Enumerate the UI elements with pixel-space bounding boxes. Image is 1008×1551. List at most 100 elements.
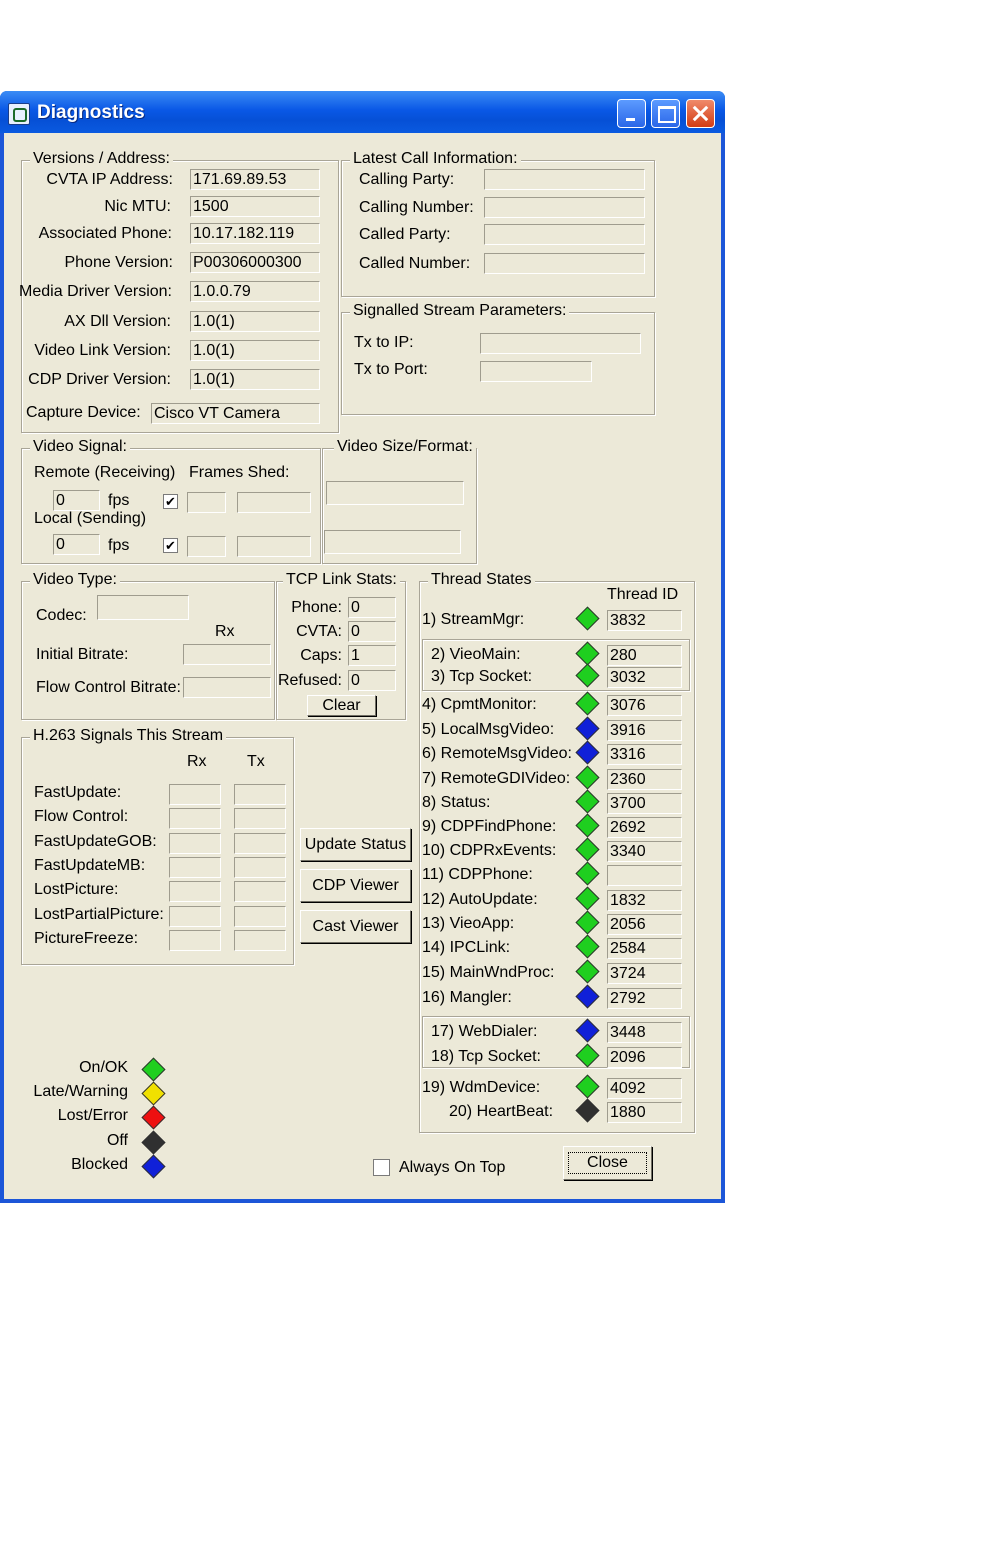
version-row-field: 1500 (190, 196, 320, 217)
thread-id-field: 2584 (607, 938, 682, 959)
tcp-stat-field: 0 (348, 597, 396, 618)
thread-label: 10) CDPRxEvents: (422, 842, 557, 859)
thread-label: 9) CDPFindPhone: (422, 818, 557, 835)
version-row-field: 1.0.0.79 (190, 281, 320, 302)
codec-field (97, 595, 189, 620)
tcp-stat-label: Caps: (300, 647, 342, 664)
version-row-label: Media Driver Version: (19, 283, 172, 300)
thread-id-field: 3832 (607, 610, 682, 631)
local-frames-shed-checkbox[interactable]: ✔ (163, 538, 178, 553)
tcp-stat-field: 1 (348, 645, 396, 666)
h263-rx-header: Rx (187, 753, 207, 770)
h263-rx-field (169, 808, 221, 829)
thread-id-field: 4092 (607, 1078, 682, 1099)
remote-frames-shed-field-1 (187, 492, 226, 513)
always-on-top-label[interactable]: Always On Top (399, 1159, 505, 1177)
version-row-field: 1.0(1) (190, 369, 320, 390)
thread-id-field: 3916 (607, 720, 682, 741)
title-bar[interactable]: Diagnostics (0, 91, 725, 133)
video-size-group-title: Video Size/Format: (334, 438, 476, 456)
thread-states-group-title: Thread States (428, 571, 535, 589)
thread-id-field: 2360 (607, 769, 682, 790)
maximize-button[interactable] (651, 99, 680, 128)
thread-label: 14) IPCLink: (422, 939, 511, 956)
close-button[interactable]: Close (563, 1146, 652, 1180)
thread-label: 8) Status: (422, 794, 491, 811)
thread-id-field: 3448 (607, 1022, 682, 1043)
h263-tx-field (234, 881, 286, 902)
h263-tx-field (234, 808, 286, 829)
legend-green-icon (141, 1057, 166, 1082)
initial-bitrate-field (183, 644, 271, 665)
minimize-button[interactable] (617, 99, 646, 128)
thread-id-field: 3316 (607, 744, 682, 765)
tcp-stat-field: 0 (348, 670, 396, 691)
stream-params-group-title: Signalled Stream Parameters: (350, 302, 570, 320)
h263-tx-field (234, 930, 286, 951)
legend-yellow-icon (141, 1081, 166, 1106)
version-row-field: P00306000300 (190, 252, 320, 273)
version-row-label: CDP Driver Version: (28, 371, 171, 388)
call-info-label: Called Party: (359, 226, 451, 243)
version-row-label: Nic MTU: (104, 198, 171, 215)
flow-control-bitrate-label: Flow Control Bitrate: (36, 679, 181, 696)
tcp-stat-label: Phone: (291, 599, 342, 616)
legend-black-icon (141, 1130, 166, 1155)
cdp-viewer-button[interactable]: CDP Viewer (300, 869, 411, 902)
h263-tx-field (234, 906, 286, 927)
legend-label: Blocked (71, 1156, 128, 1173)
legend-label: Lost/Error (57, 1107, 128, 1124)
thread-id-header: Thread ID (607, 586, 679, 603)
version-row-label: Associated Phone: (38, 225, 172, 242)
local-sending-label: Local (Sending) (34, 510, 147, 527)
local-fps-unit: fps (108, 537, 130, 554)
h263-signal-label: LostPartialPicture: (34, 906, 164, 923)
thread-id-field: 2096 (607, 1047, 682, 1068)
version-row-label: AX Dll Version: (64, 313, 171, 330)
version-row-label: Video Link Version: (34, 342, 171, 359)
clear-button[interactable]: Clear (307, 695, 376, 716)
remote-receiving-label: Remote (Receiving) (34, 464, 176, 481)
thread-id-field: 2692 (607, 817, 682, 838)
h263-signal-label: PictureFreeze: (34, 930, 139, 947)
app-icon (8, 103, 30, 125)
video-signal-group-title: Video Signal: (30, 438, 130, 456)
call-info-field (484, 224, 645, 245)
always-on-top-checkbox[interactable] (373, 1159, 390, 1176)
thread-label: 15) MainWndProc: (422, 964, 555, 981)
capture-device-field: Cisco VT Camera (151, 403, 320, 424)
h263-rx-field (169, 906, 221, 927)
thread-id-field: 3340 (607, 841, 682, 862)
thread-label: 16) Mangler: (422, 989, 512, 1006)
call-info-label: Calling Number: (359, 199, 474, 216)
versions-group-title: Versions / Address: (30, 150, 173, 168)
tx-port-field (480, 361, 592, 382)
local-frames-shed-field-2 (237, 536, 311, 557)
h263-signal-label: FastUpdate: (34, 784, 122, 801)
thread-label: 6) RemoteMsgVideo: (422, 745, 572, 762)
h263-signal-label: Flow Control: (34, 808, 129, 825)
local-fps-field: 0 (53, 534, 100, 555)
call-info-field (484, 197, 645, 218)
tx-port-label: Tx to Port: (354, 361, 428, 378)
video-size-field-2 (324, 530, 461, 554)
thread-id-field: 2056 (607, 914, 682, 935)
cast-viewer-button[interactable]: Cast Viewer (300, 910, 411, 943)
close-window-button[interactable] (686, 99, 715, 128)
update-status-button[interactable]: Update Status (300, 828, 411, 861)
remote-frames-shed-checkbox[interactable]: ✔ (163, 494, 178, 509)
thread-label: 2) VieoMain: (431, 646, 521, 663)
close-button-label: Close (568, 1152, 647, 1174)
thread-label: 11) CDPPhone: (422, 866, 533, 883)
thread-id-field: 2792 (607, 988, 682, 1009)
diagnostics-window: Diagnostics Versions / Address: Capture … (0, 91, 725, 1203)
call-info-label: Calling Party: (359, 171, 455, 188)
version-row-field: 10.17.182.119 (190, 223, 320, 244)
tcp-stat-label: CVTA: (296, 623, 342, 640)
h263-signal-label: LostPicture: (34, 881, 119, 898)
capture-device-label: Capture Device: (26, 404, 141, 421)
tcp-stat-field: 0 (348, 621, 396, 642)
remote-frames-shed-field-2 (237, 492, 311, 513)
thread-id-field: 3032 (607, 667, 682, 688)
tx-ip-label: Tx to IP: (354, 334, 414, 351)
